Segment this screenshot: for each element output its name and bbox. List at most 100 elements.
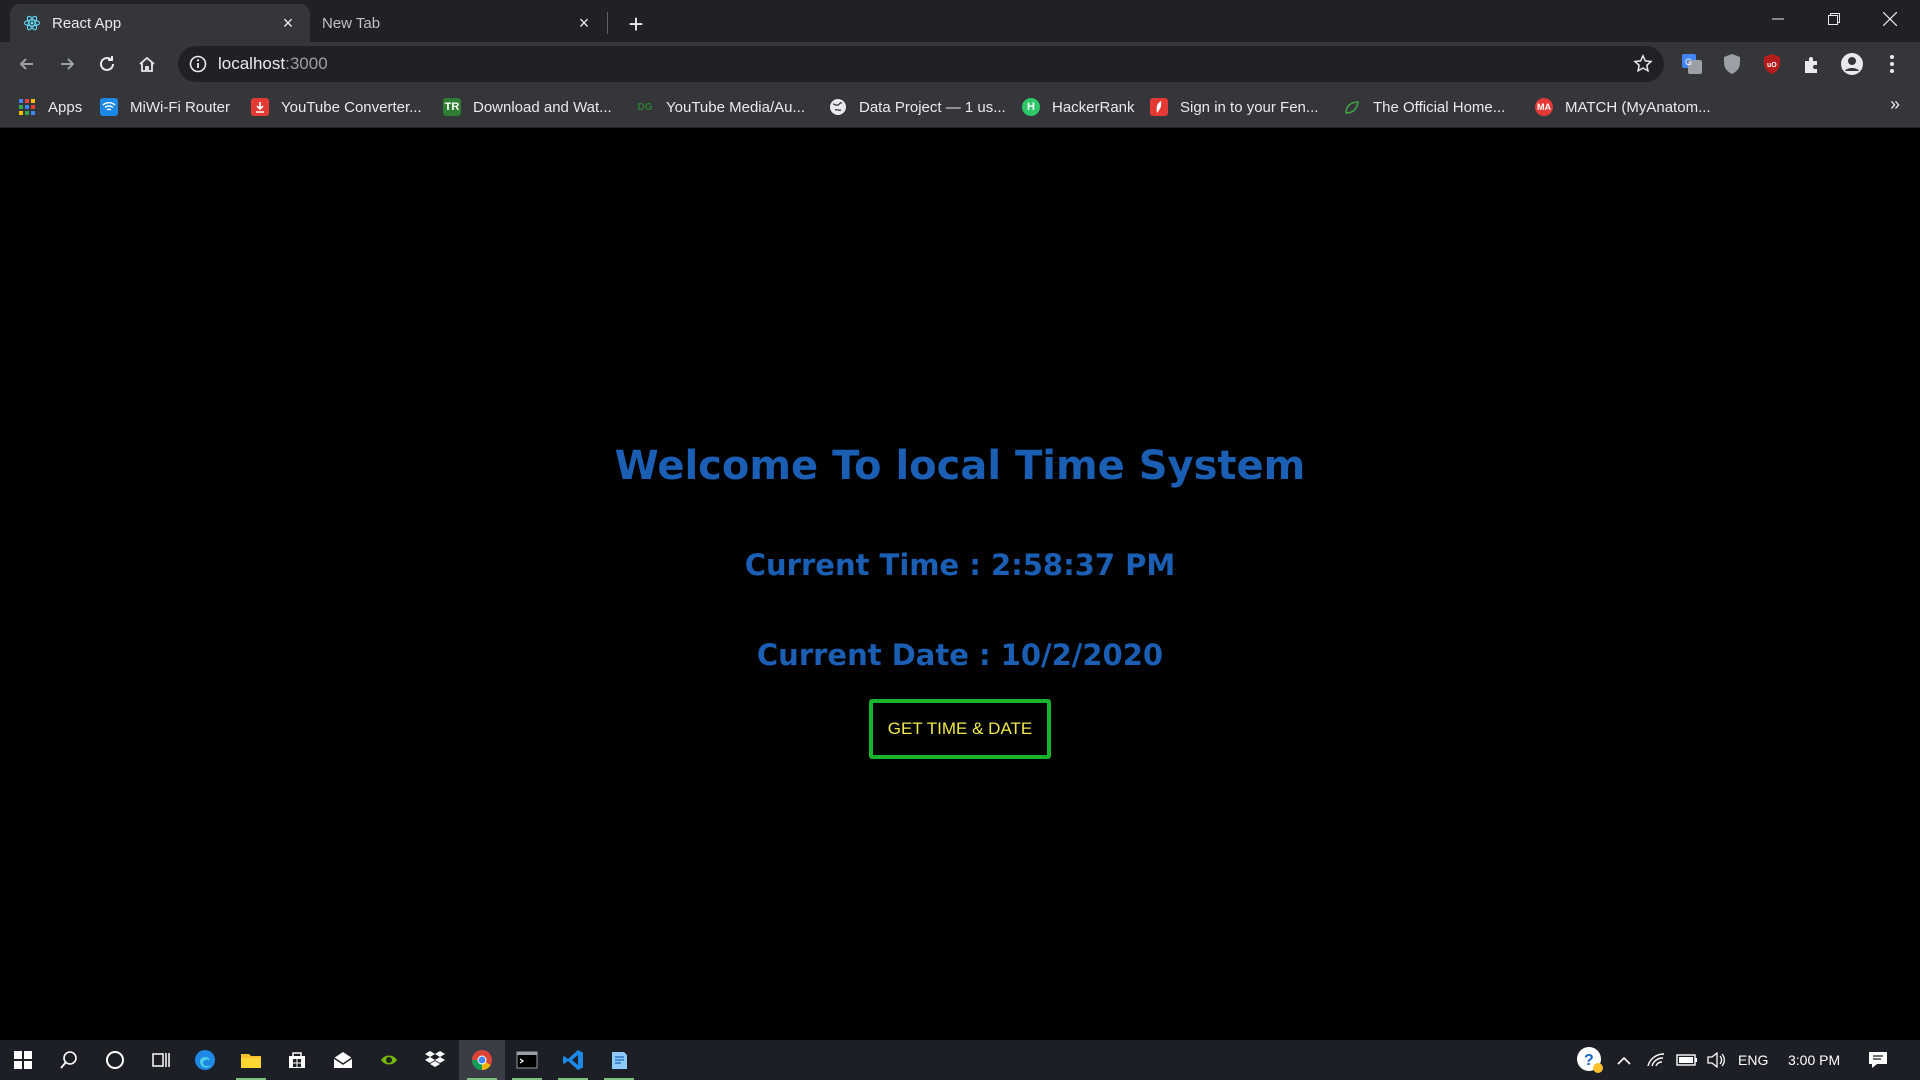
bookmark-official-home[interactable]: The Official Home...: [1343, 96, 1505, 118]
back-arrow-icon: [19, 58, 33, 70]
edge-browser-icon[interactable]: [182, 1040, 228, 1080]
minimize-button[interactable]: [1750, 0, 1806, 38]
bookmark-label: MiWi-Fi Router: [130, 98, 230, 116]
hackerrank-icon: H: [1022, 98, 1040, 116]
svg-text:uO: uO: [1767, 62, 1777, 69]
bookmark-star-icon[interactable]: [1632, 53, 1654, 75]
close-icon: [1883, 12, 1897, 26]
bookmark-match-myanatomy[interactable]: MA MATCH (MyAnatom...: [1535, 96, 1711, 118]
bookmark-label: YouTube Converter...: [281, 98, 422, 116]
wifi-status-icon[interactable]: [1646, 1040, 1666, 1080]
shield-extension-icon[interactable]: [1720, 52, 1744, 76]
page-viewport: Welcome To local Time System Current Tim…: [0, 129, 1920, 1040]
home-button[interactable]: [131, 48, 163, 80]
windows-taskbar: ? ENG 3:00 PM: [0, 1040, 1920, 1080]
current-time-text: Current Time : 2:58:37 PM: [744, 548, 1176, 582]
google-translate-extension-icon[interactable]: G: [1680, 52, 1704, 76]
profile-avatar-icon[interactable]: [1840, 52, 1864, 76]
bookmark-youtube-media[interactable]: DG YouTube Media/Au...: [636, 96, 805, 118]
nvidia-icon[interactable]: [366, 1040, 412, 1080]
bookmark-label: The Official Home...: [1373, 98, 1506, 116]
bookmark-label: Sign in to your Fen...: [1180, 98, 1319, 116]
menu-kebab-icon[interactable]: [1880, 52, 1904, 76]
get-time-date-button[interactable]: GET TIME & DATE: [869, 699, 1051, 759]
tab-react-app[interactable]: React App ×: [10, 4, 310, 42]
vscode-icon[interactable]: [550, 1040, 596, 1080]
close-tab-icon[interactable]: ×: [278, 13, 298, 33]
url-host: localhost: [218, 54, 286, 73]
address-bar[interactable]: localhost:3000: [178, 46, 1664, 82]
chrome-taskbar-icon[interactable]: [459, 1040, 505, 1080]
bookmark-label: MATCH (MyAnatom...: [1565, 98, 1711, 116]
file-explorer-icon[interactable]: [228, 1040, 274, 1080]
volume-icon[interactable]: [1706, 1040, 1726, 1080]
close-tab-icon[interactable]: ×: [574, 13, 594, 33]
forward-arrow-icon: [61, 58, 75, 70]
page-title: Welcome To local Time System: [614, 443, 1306, 489]
home-icon: [139, 56, 155, 72]
mail-icon[interactable]: [320, 1040, 366, 1080]
dg-icon: DG: [637, 101, 653, 113]
input-language[interactable]: ENG: [1738, 1040, 1768, 1080]
start-windows-icon[interactable]: [0, 1040, 46, 1080]
bookmark-label: Download and Wat...: [473, 98, 612, 116]
tr-icon: TR: [443, 98, 461, 116]
action-center-icon[interactable]: [1868, 1040, 1888, 1080]
system-clock[interactable]: 3:00 PM: [1788, 1040, 1840, 1080]
download-icon: [251, 98, 269, 116]
info-icon[interactable]: [188, 54, 208, 74]
extensions-puzzle-icon[interactable]: [1800, 52, 1824, 76]
tab-new-tab[interactable]: New Tab ×: [310, 4, 606, 42]
bookmark-miwifi-router[interactable]: MiWi-Fi Router: [100, 96, 230, 118]
minimize-icon: [1772, 18, 1784, 20]
bookmark-apps[interactable]: Apps: [18, 96, 82, 118]
react-icon: [22, 13, 42, 33]
dropbox-icon[interactable]: [412, 1040, 458, 1080]
tab-separator: [607, 12, 608, 34]
bookmark-youtube-converter[interactable]: YouTube Converter...: [251, 96, 422, 118]
current-date-text: Current Date : 10/2/2020: [756, 638, 1164, 672]
wifi-icon: [100, 98, 118, 116]
cortana-icon[interactable]: [92, 1040, 138, 1080]
forward-button[interactable]: [51, 48, 83, 80]
bookmark-label: YouTube Media/Au...: [666, 98, 805, 116]
restore-button[interactable]: [1806, 0, 1862, 38]
bookmark-label: HackerRank: [1052, 98, 1135, 116]
task-view-icon[interactable]: [138, 1040, 184, 1080]
new-tab-button[interactable]: +: [620, 8, 652, 40]
help-icon[interactable]: ?: [1576, 1040, 1604, 1080]
more-bookmarks-chevron-icon[interactable]: »: [1890, 94, 1900, 115]
bookmark-label: Data Project — 1 us...: [859, 98, 1006, 116]
bookmark-hackerrank[interactable]: H HackerRank: [1022, 96, 1135, 118]
bookmarks-bar: Apps MiWi-Fi Router YouTube Converter...…: [0, 86, 1920, 128]
bookmark-download-and-watch[interactable]: TR Download and Wat...: [443, 96, 612, 118]
microsoft-store-icon[interactable]: [274, 1040, 320, 1080]
url-port: :3000: [285, 54, 328, 73]
search-icon[interactable]: [46, 1040, 92, 1080]
battery-icon[interactable]: [1676, 1040, 1698, 1080]
reload-button[interactable]: [91, 48, 123, 80]
svg-text:G: G: [1685, 57, 1692, 67]
url-text: localhost:3000: [218, 54, 328, 74]
ublock-origin-icon[interactable]: uO: [1760, 52, 1784, 76]
notepad-icon[interactable]: [596, 1040, 642, 1080]
close-window-button[interactable]: [1862, 0, 1918, 38]
match-icon: MA: [1535, 98, 1553, 116]
back-button[interactable]: [11, 48, 43, 80]
bookmark-data-project[interactable]: Data Project — 1 us...: [829, 96, 1006, 118]
svg-text:?: ?: [1584, 1052, 1594, 1069]
tab-title: New Tab: [322, 14, 381, 32]
restore-icon: [1828, 13, 1840, 25]
fender-icon: [1150, 98, 1168, 116]
browser-toolbar: localhost:3000 G uO: [0, 42, 1920, 86]
tab-title: React App: [52, 14, 122, 32]
reload-icon: [100, 56, 114, 71]
globe-icon: [829, 98, 847, 116]
leaf-icon: [1343, 98, 1361, 116]
tray-chevron-up-icon[interactable]: [1616, 1040, 1632, 1080]
terminal-icon[interactable]: [504, 1040, 550, 1080]
bookmark-fender-sign-in[interactable]: Sign in to your Fen...: [1150, 96, 1318, 118]
browser-title-bar: React App × New Tab × +: [0, 0, 1920, 42]
bookmark-label: Apps: [48, 98, 83, 116]
apps-grid-icon: [18, 98, 36, 116]
